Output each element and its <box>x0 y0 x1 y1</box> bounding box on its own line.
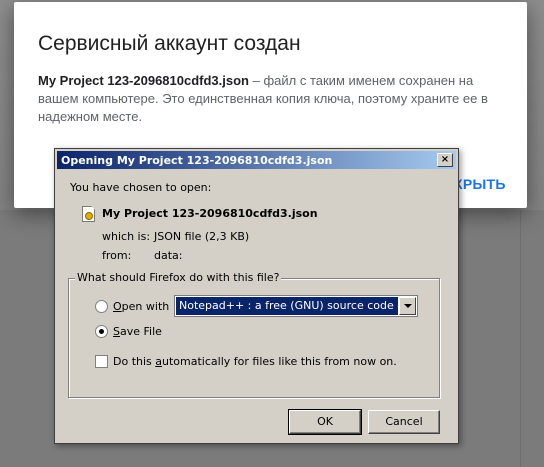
background-divider <box>520 210 521 467</box>
json-file-icon <box>82 206 95 222</box>
save-file-label[interactable]: Save File <box>113 325 162 338</box>
group-label: What should Firefox do with this file? <box>75 271 282 284</box>
auto-action-label[interactable]: Do this automatically for files like thi… <box>113 355 397 368</box>
close-button[interactable]: КРЫТЬ <box>454 176 506 192</box>
open-with-app-select[interactable]: Notepad++ : a free (GNU) source code edi… <box>174 295 418 317</box>
save-file-radio[interactable] <box>95 325 108 338</box>
dialog-titlebar[interactable]: Opening My Project 123-2096810cdfd3.json… <box>57 151 456 169</box>
selected-app: Notepad++ : a free (GNU) source code edi… <box>176 297 398 315</box>
from-label: from: <box>102 249 132 262</box>
open-with-radio[interactable] <box>95 300 108 313</box>
ok-button[interactable]: OK <box>288 409 362 435</box>
dialog-title: Opening My Project 123-2096810cdfd3.json <box>61 154 333 167</box>
dialog-message: My Project 123-2096810cdfd3.json – файл … <box>38 72 488 126</box>
auto-action-checkbox[interactable] <box>95 355 108 368</box>
saved-filename: My Project 123-2096810cdfd3.json <box>38 73 249 88</box>
source-value: data: <box>154 249 183 262</box>
dialog-title: Сервисный аккаунт создан <box>38 32 301 55</box>
firefox-download-dialog: Opening My Project 123-2096810cdfd3.json… <box>54 148 459 444</box>
intro-text: You have chosen to open: <box>70 181 212 194</box>
file-type-value: JSON file (2,3 KB) <box>154 230 250 243</box>
chevron-down-icon[interactable] <box>399 297 416 315</box>
close-icon[interactable]: × <box>437 153 453 167</box>
which-is-label: which is: <box>102 230 151 243</box>
open-with-label[interactable]: Open with <box>113 300 169 313</box>
file-name: My Project 123-2096810cdfd3.json <box>102 207 318 220</box>
cancel-button[interactable]: Cancel <box>368 410 440 434</box>
